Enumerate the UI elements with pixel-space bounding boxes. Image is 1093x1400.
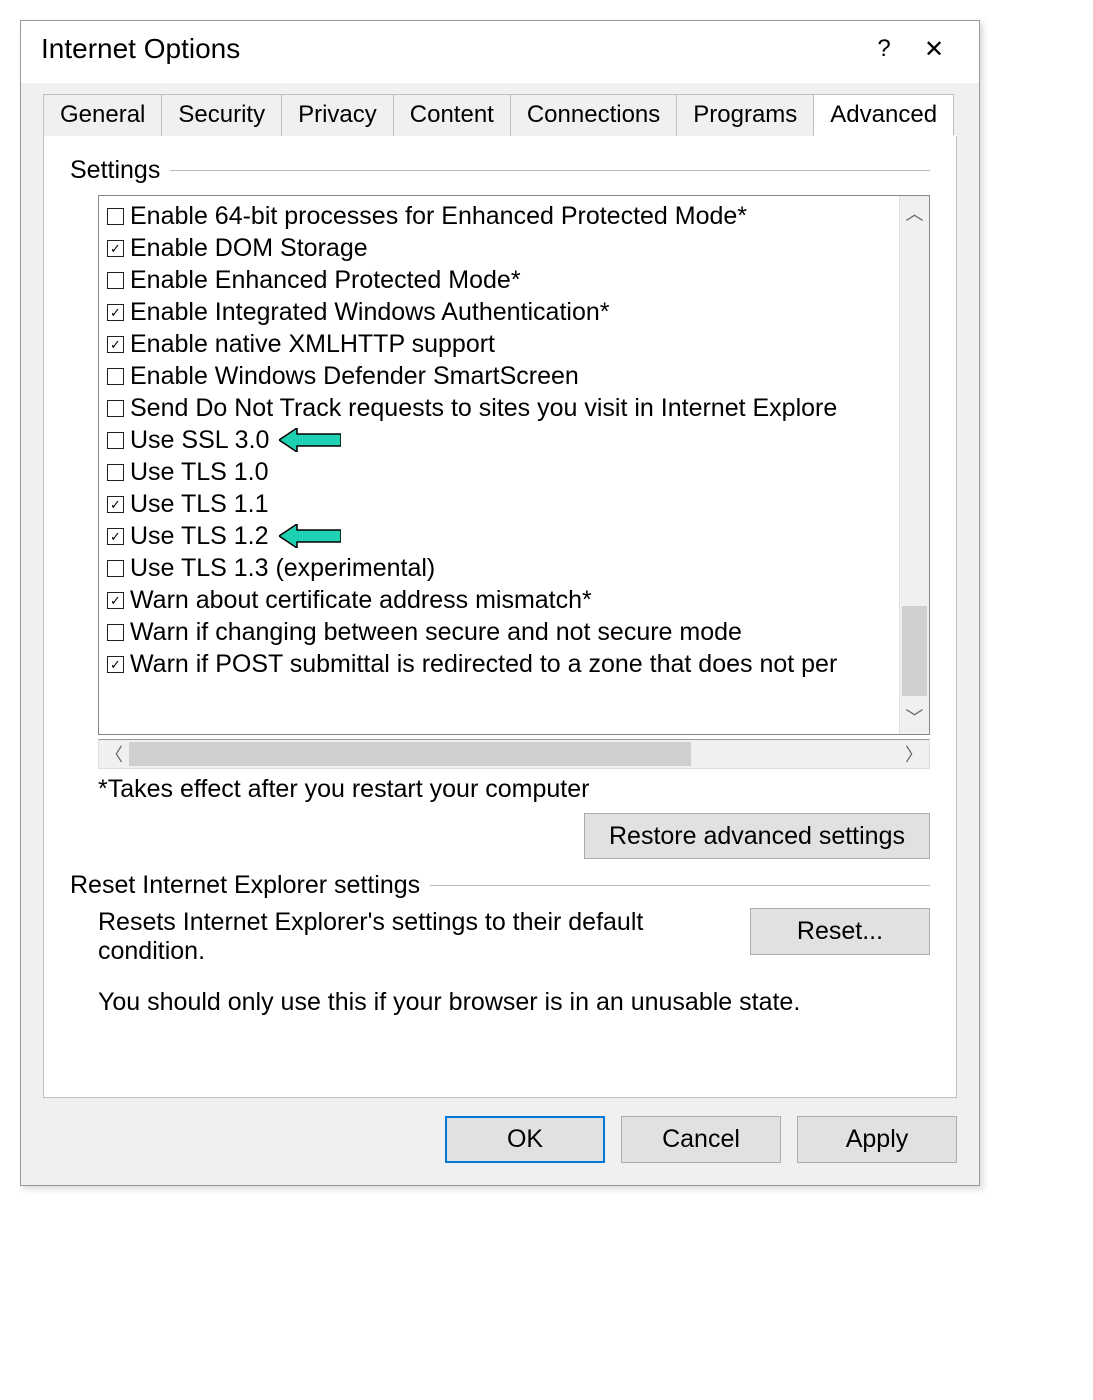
tab-content[interactable]: Content (393, 94, 511, 136)
checkbox-icon[interactable] (107, 304, 124, 321)
apply-button[interactable]: Apply (797, 1116, 957, 1163)
list-item[interactable]: Enable DOM Storage (107, 232, 899, 264)
close-button[interactable]: ✕ (909, 35, 959, 64)
list-item[interactable]: Use TLS 1.3 (experimental) (107, 552, 899, 584)
titlebar: Internet Options ? ✕ (21, 21, 979, 83)
list-item[interactable]: Use TLS 1.2 (107, 520, 899, 552)
option-label: Warn if POST submittal is redirected to … (130, 648, 837, 680)
option-label: Use TLS 1.0 (130, 456, 269, 488)
list-item[interactable]: Use TLS 1.1 (107, 488, 899, 520)
reset-group-label: Reset Internet Explorer settings (70, 871, 430, 900)
restart-hint: *Takes effect after you restart your com… (98, 775, 930, 804)
tab-advanced[interactable]: Advanced (813, 94, 954, 136)
option-label: Use TLS 1.3 (experimental) (130, 552, 435, 584)
option-label: Enable DOM Storage (130, 232, 368, 264)
tab-security[interactable]: Security (161, 94, 282, 136)
option-label: Use TLS 1.2 (130, 520, 269, 552)
annotation-arrow-icon (279, 428, 341, 452)
scroll-up-icon[interactable]: ︿ (900, 196, 929, 230)
reset-description: Resets Internet Explorer's settings to t… (98, 908, 730, 966)
option-label: Warn if changing between secure and not … (130, 616, 742, 648)
reset-warning: You should only use this if your browser… (98, 988, 930, 1017)
checkbox-icon[interactable] (107, 240, 124, 257)
settings-listbox: Enable 64-bit processes for Enhanced Pro… (98, 195, 930, 735)
internet-options-dialog: Internet Options ? ✕ General Security Pr… (20, 20, 980, 1186)
checkbox-icon[interactable] (107, 400, 124, 417)
scroll-thumb[interactable] (902, 606, 927, 696)
option-label: Enable native XMLHTTP support (130, 328, 495, 360)
checkbox-icon[interactable] (107, 272, 124, 289)
reset-group: Reset Internet Explorer settings Resets … (70, 871, 930, 1017)
option-label: Enable Enhanced Protected Mode* (130, 264, 521, 296)
settings-group-label: Settings (70, 156, 170, 185)
option-label: Enable Integrated Windows Authentication… (130, 296, 609, 328)
settings-group: Settings Enable 64-bit processes for Enh… (70, 156, 930, 851)
close-icon: ✕ (924, 36, 944, 63)
group-rule (430, 885, 930, 886)
option-label: Enable 64-bit processes for Enhanced Pro… (130, 200, 747, 232)
option-label: Use SSL 3.0 (130, 424, 269, 456)
ok-button[interactable]: OK (445, 1116, 605, 1163)
list-item[interactable]: Warn if POST submittal is redirected to … (107, 648, 899, 680)
tab-general[interactable]: General (43, 94, 162, 136)
vertical-scrollbar[interactable]: ︿ ﹀ (899, 196, 929, 734)
list-item[interactable]: Enable native XMLHTTP support (107, 328, 899, 360)
checkbox-icon[interactable] (107, 592, 124, 609)
reset-button[interactable]: Reset... (750, 908, 930, 955)
checkbox-icon[interactable] (107, 208, 124, 225)
list-item[interactable]: Warn about certificate address mismatch* (107, 584, 899, 616)
list-item[interactable]: Enable Enhanced Protected Mode* (107, 264, 899, 296)
cancel-button[interactable]: Cancel (621, 1116, 781, 1163)
list-item[interactable]: Use SSL 3.0 (107, 424, 899, 456)
dialog-content: General Security Privacy Content Connect… (21, 83, 979, 1185)
dialog-footer: OK Cancel Apply (43, 1098, 957, 1163)
help-button[interactable]: ? (859, 35, 909, 63)
tab-privacy[interactable]: Privacy (281, 94, 394, 136)
list-item[interactable]: Use TLS 1.0 (107, 456, 899, 488)
checkbox-icon[interactable] (107, 368, 124, 385)
option-label: Warn about certificate address mismatch* (130, 584, 592, 616)
group-rule (170, 170, 930, 171)
scroll-down-icon[interactable]: ﹀ (900, 700, 929, 734)
list-item[interactable]: Enable Windows Defender SmartScreen (107, 360, 899, 392)
list-item[interactable]: Enable Integrated Windows Authentication… (107, 296, 899, 328)
checkbox-icon[interactable] (107, 496, 124, 513)
list-item[interactable]: Enable 64-bit processes for Enhanced Pro… (107, 200, 899, 232)
list-item[interactable]: Send Do Not Track requests to sites you … (107, 392, 899, 424)
tab-programs[interactable]: Programs (676, 94, 814, 136)
list-item[interactable]: Warn if changing between secure and not … (107, 616, 899, 648)
horizontal-scrollbar[interactable]: 〈 〉 (98, 739, 930, 769)
option-label: Send Do Not Track requests to sites you … (130, 392, 837, 424)
tab-connections[interactable]: Connections (510, 94, 677, 136)
scroll-left-icon[interactable]: 〈 (99, 741, 129, 767)
hscroll-thumb[interactable] (129, 742, 691, 766)
checkbox-icon[interactable] (107, 656, 124, 673)
checkbox-icon[interactable] (107, 336, 124, 353)
annotation-arrow-icon (279, 524, 341, 548)
settings-list-content[interactable]: Enable 64-bit processes for Enhanced Pro… (99, 196, 899, 734)
tab-page-advanced: Settings Enable 64-bit processes for Enh… (43, 136, 957, 1098)
checkbox-icon[interactable] (107, 560, 124, 577)
checkbox-icon[interactable] (107, 624, 124, 641)
checkbox-icon[interactable] (107, 464, 124, 481)
tab-strip: General Security Privacy Content Connect… (43, 83, 957, 136)
checkbox-icon[interactable] (107, 432, 124, 449)
restore-advanced-settings-button[interactable]: Restore advanced settings (584, 813, 930, 859)
option-label: Use TLS 1.1 (130, 488, 269, 520)
checkbox-icon[interactable] (107, 528, 124, 545)
option-label: Enable Windows Defender SmartScreen (130, 360, 579, 392)
scroll-right-icon[interactable]: 〉 (899, 741, 929, 767)
dialog-title: Internet Options (41, 33, 859, 65)
